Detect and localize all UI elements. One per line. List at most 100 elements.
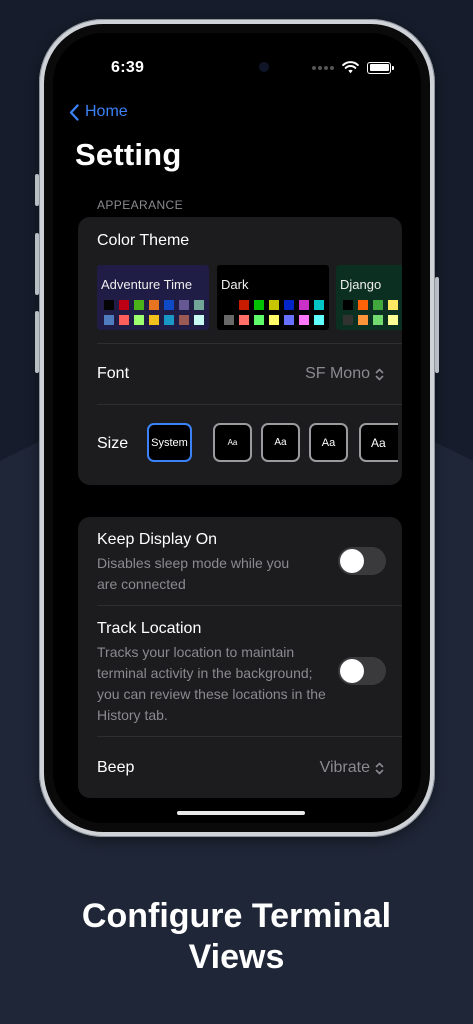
color-swatch (343, 300, 353, 310)
color-swatch (194, 300, 204, 310)
phone-frame: 6:39 Home Setting APPEARANCE Color Theme… (35, 19, 439, 837)
size-option-label: Aa (321, 436, 336, 449)
size-option-system[interactable]: System (147, 423, 192, 462)
theme-name: Django (340, 277, 382, 292)
power-button (435, 277, 439, 373)
beep-value: Vibrate (319, 759, 370, 776)
theme-swatches (343, 300, 402, 325)
font-picker[interactable]: SF Mono (305, 365, 384, 383)
camera-dot (259, 62, 269, 72)
color-swatch (119, 315, 129, 325)
size-option-medium[interactable]: Aa (309, 423, 348, 462)
color-swatch (239, 300, 249, 310)
description-line: Disables sleep mode while you (97, 555, 290, 571)
size-option-label: Aa (371, 435, 386, 450)
theme-swatches (224, 300, 329, 325)
theme-dark[interactable]: Dark (217, 265, 329, 330)
color-swatch (224, 300, 234, 310)
chevron-up-down-icon (375, 368, 384, 380)
chevron-up-down-icon (375, 762, 384, 774)
size-option-label: Aa (227, 438, 238, 447)
description-line: Tracks your location to maintain (97, 644, 295, 660)
color-swatch (284, 300, 294, 310)
color-swatch (164, 300, 174, 310)
font-label: Font (97, 365, 130, 382)
page-title: Setting (75, 137, 182, 172)
color-swatch (314, 315, 324, 325)
color-swatch (254, 300, 264, 310)
appearance-card: Color Theme Adventure Time Dark Django F… (78, 217, 402, 485)
track-location-toggle[interactable] (338, 657, 386, 685)
color-swatch (388, 315, 398, 325)
marketing-caption: Configure Terminal Views (0, 896, 473, 978)
action-button (35, 174, 39, 206)
signal-icon (312, 65, 334, 70)
color-swatch (224, 315, 234, 325)
theme-django[interactable]: Django (336, 265, 402, 330)
track-location-title: Track Location (97, 620, 202, 637)
description-line: you can review these locations in the (97, 686, 326, 702)
color-swatch (104, 300, 114, 310)
keep-display-title: Keep Display On (97, 531, 218, 548)
volume-up-button (35, 233, 39, 295)
beep-picker[interactable]: Vibrate (320, 759, 384, 777)
color-swatch (373, 300, 383, 310)
description-line: History tab. (97, 707, 168, 723)
back-button[interactable]: Home (69, 103, 128, 121)
keep-display-description: Disables sleep mode while you are connec… (97, 553, 289, 595)
color-swatch (104, 315, 114, 325)
options-card: Keep Display On Disables sleep mode whil… (78, 517, 402, 798)
color-swatch (299, 315, 309, 325)
color-swatch (373, 315, 383, 325)
size-option-large[interactable]: Aa (359, 423, 398, 462)
caption-line: Views (188, 938, 285, 976)
color-swatch (254, 315, 264, 325)
size-option-small[interactable]: Aa (261, 423, 300, 462)
color-swatch (134, 315, 144, 325)
volume-down-button (35, 311, 39, 373)
toggle-knob (340, 659, 364, 683)
color-swatch (299, 300, 309, 310)
font-value: SF Mono (305, 365, 370, 382)
color-swatch (179, 315, 189, 325)
color-swatch (269, 315, 279, 325)
theme-picker[interactable]: Adventure Time Dark Django (97, 265, 402, 331)
size-option-label: Aa (274, 437, 287, 448)
theme-adventure-time[interactable]: Adventure Time (97, 265, 209, 330)
color-swatch (119, 300, 129, 310)
dynamic-island (171, 51, 283, 83)
color-swatch (314, 300, 324, 310)
theme-name: Dark (221, 277, 249, 292)
theme-name: Adventure Time (101, 277, 193, 292)
divider (97, 343, 402, 344)
divider (97, 605, 402, 606)
size-option-label: System (151, 436, 188, 449)
color-swatch (388, 300, 398, 310)
caption-line: Configure Terminal (81, 897, 392, 935)
theme-swatches (104, 300, 209, 325)
color-swatch (358, 315, 368, 325)
wifi-icon (342, 61, 359, 74)
description-line: terminal activity in the background; (97, 665, 313, 681)
status-time: 6:39 (111, 59, 145, 76)
color-swatch (149, 315, 159, 325)
beep-label: Beep (97, 759, 135, 776)
back-label: Home (85, 103, 128, 120)
phone-bezel: 6:39 Home Setting APPEARANCE Color Theme… (44, 24, 430, 832)
phone-screen: 6:39 Home Setting APPEARANCE Color Theme… (53, 33, 421, 823)
color-swatch (284, 315, 294, 325)
home-indicator[interactable] (177, 811, 305, 815)
color-swatch (343, 315, 353, 325)
size-option-xsmall[interactable]: Aa (213, 423, 252, 462)
color-swatch (149, 300, 159, 310)
color-swatch (358, 300, 368, 310)
color-swatch (194, 315, 204, 325)
color-swatch (269, 300, 279, 310)
toggle-knob (340, 549, 364, 573)
section-label-appearance: APPEARANCE (97, 198, 184, 212)
divider (97, 404, 402, 405)
status-icons (312, 61, 394, 74)
description-line: are connected (97, 576, 186, 592)
color-swatch (134, 300, 144, 310)
keep-display-toggle[interactable] (338, 547, 386, 575)
